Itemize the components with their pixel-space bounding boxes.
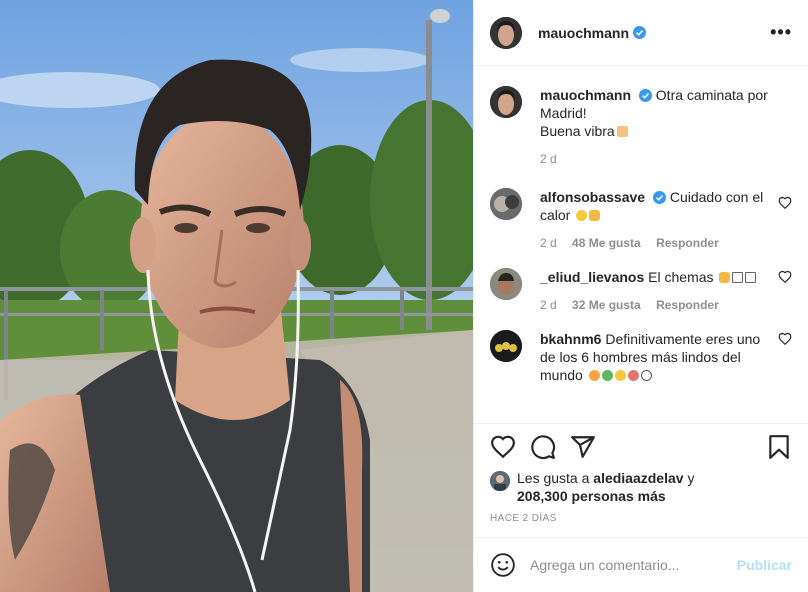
caption-text-line2: Madrid! [540,105,587,121]
comment-time[interactable]: 2 d [540,298,557,312]
commenter-username[interactable]: _eliud_lievanos [540,269,644,285]
commenter-username[interactable]: bkahnm6 [540,331,601,347]
post-header: mauochmann ••• [474,0,808,66]
reply-button[interactable]: Responder [656,236,719,250]
caption-username[interactable]: mauochmann [540,87,631,103]
post-photo[interactable] [0,0,473,592]
face-emoji-icon [576,210,588,221]
comment-likes[interactable]: 32 Me gusta [572,298,641,312]
verified-badge-icon [633,26,647,39]
comment-time[interactable]: 2 d [540,236,557,250]
author-avatar[interactable] [490,16,522,49]
comment-item: alfonsobassave Cuidado con el calor 2 d … [490,188,792,250]
likes-summary: Les gusta a alediaazdelav y 208,300 pers… [474,469,808,507]
hand-emoji-icon [589,210,601,221]
save-bookmark-icon[interactable] [766,434,792,460]
post-date[interactable]: HACE 2 DÍAS [474,507,808,537]
add-comment-bar: Publicar [474,537,808,592]
like-comment-heart-icon[interactable] [778,196,792,210]
like-comment-heart-icon[interactable] [778,270,792,284]
comment-item: _eliud_lievanos El chemas 2 d 32 Me gust… [490,268,792,312]
smile-emoji-icon [614,370,626,381]
caption-text-line1: Otra caminata por [655,87,768,103]
post-view: mauochmann ••• mauochmann Otra caminata … [0,0,808,592]
hand-emoji-icon [616,126,628,137]
verified-badge-icon [652,191,666,204]
likes-suffix: y [687,470,695,486]
plant-emoji-icon [601,370,613,381]
unknown-emoji-icon [745,272,757,283]
comment-text: El chemas [648,269,714,285]
commenter-avatar[interactable] [490,268,522,300]
selfie-image [0,0,473,592]
commenter-avatar[interactable] [490,188,522,220]
publish-button[interactable]: Publicar [737,557,792,573]
caption-item: mauochmann Otra caminata por Madrid! Bue… [490,86,792,166]
heart-eyes-emoji-icon [588,370,600,381]
author-username[interactable]: mauochmann [538,25,629,41]
caption-time[interactable]: 2 d [540,152,557,166]
more-options-icon[interactable]: ••• [770,22,792,43]
comments-list: mauochmann Otra caminata por Madrid! Bue… [474,66,808,423]
comment-item: bkahnm6 Definitivamente eres uno de los … [490,330,792,384]
emoji-picker-icon[interactable] [490,552,516,578]
likes-count[interactable]: 208,300 personas más [517,488,666,504]
post-actions-bar [474,423,808,469]
like-heart-icon[interactable] [490,434,516,460]
like-comment-heart-icon[interactable] [778,332,792,346]
likes-prefix: Les gusta a [517,470,590,486]
reply-button[interactable]: Responder [656,298,719,312]
rainbow-emoji-icon [627,370,639,381]
share-paper-plane-icon[interactable] [570,434,596,460]
comment-bubble-icon[interactable] [530,434,556,460]
caption-avatar[interactable] [490,86,522,118]
comment-input[interactable] [530,557,737,573]
verified-badge-icon [638,89,652,102]
comment-likes[interactable]: 48 Me gusta [572,236,641,250]
liker-avatar[interactable] [490,471,510,491]
liker-username[interactable]: alediaazdelav [593,470,683,486]
unknown-emoji-icon [732,272,744,283]
commenter-username[interactable]: alfonsobassave [540,189,645,205]
commenter-avatar[interactable] [490,330,522,362]
smile-emoji-icon [640,370,652,381]
post-side-panel: mauochmann ••• mauochmann Otra caminata … [473,0,808,592]
hand-emoji-icon [719,272,731,283]
caption-text-line3: Buena vibra [540,123,615,139]
